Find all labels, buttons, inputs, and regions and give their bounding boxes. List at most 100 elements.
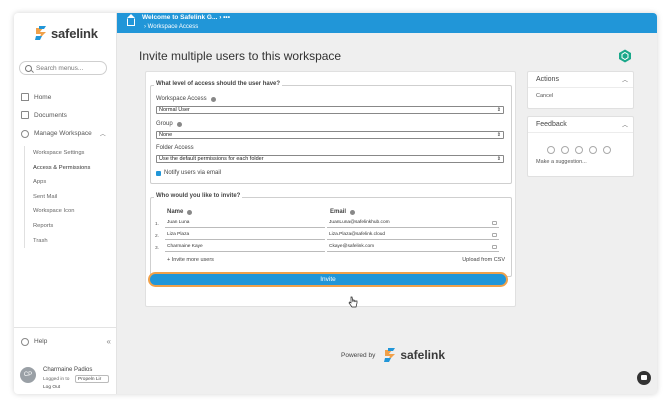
folder-access-select[interactable]: Use the default permissions for each fol… [156,155,504,163]
workspace-access-label-text: Workspace Access [156,96,207,102]
select-arrows-icon: ⇕ [496,156,501,162]
info-icon[interactable] [350,209,356,215]
subnav-trash[interactable]: Trash [33,234,90,249]
subnav-sent-mail[interactable]: Sent Mail [33,190,90,205]
unhappy-face-icon[interactable] [561,146,569,154]
sidebar: safelink Home Documents Manage Workspace… [14,13,117,394]
subnav-access-permissions[interactable]: Access & Permissions [33,161,90,176]
safelink-logo-icon [35,26,46,40]
help-link[interactable]: Help « [21,337,111,346]
neutral-face-icon[interactable] [575,146,583,154]
manage-workspace-submenu: Workspace Settings Access & Permissions … [24,146,90,249]
sidebar-item-manage-workspace[interactable]: Manage Workspace ︿ [21,129,106,138]
name-input[interactable]: Charmaine Kaye [165,243,325,252]
notify-label: Notify users via email [164,170,222,176]
contact-card-icon [492,221,497,225]
logged-in-label: Logged in to [43,377,70,382]
collapse-sidebar-icon[interactable]: « [107,337,111,346]
info-icon[interactable] [210,96,216,102]
sidebar-item-label: Documents [34,111,67,119]
breadcrumb-more[interactable]: › ••• [219,14,230,21]
top-bar: Welcome to Safelink G... › ••• › Workspa… [117,13,657,33]
folder-access-label: Folder Access [156,145,194,151]
safelink-logo[interactable]: safelink [34,25,98,41]
help-icon [21,337,29,346]
invite-fieldset: Who would you like to invite? Name Email… [150,193,512,277]
menu-search[interactable] [19,61,107,75]
invite-more-users-link[interactable]: + Invite more users [167,257,214,263]
invite-button[interactable]: Invite [148,272,508,287]
sidebar-item-label: Manage Workspace [34,130,92,137]
help-label: Help [34,338,48,345]
subnav-workspace-settings[interactable]: Workspace Settings [33,146,90,161]
sidebar-item-documents[interactable]: Documents [21,111,67,119]
very-unhappy-face-icon[interactable] [547,146,555,154]
make-suggestion-link[interactable]: Make a suggestion... [536,159,587,165]
chevron-up-icon[interactable]: ︿ [622,120,628,129]
powered-by-footer: Powered by safelink [341,347,445,363]
search-icon [25,64,32,72]
breadcrumb-home-icon[interactable] [127,14,135,26]
name-input[interactable]: Liza Plaza [165,231,325,240]
name-column-header: Name [167,209,193,215]
cancel-link[interactable]: Cancel [536,93,553,99]
folder-access-label-text: Folder Access [156,145,194,151]
upload-csv-link[interactable]: Upload from CSV [462,257,505,263]
logout-link[interactable]: Log Out [43,385,60,390]
chat-bubble-icon[interactable] [637,371,651,385]
gear-icon [21,129,29,138]
footer-logo-text: safelink [400,348,446,362]
avatar[interactable]: CP [20,367,36,383]
workspace-access-label: Workspace Access [156,96,216,102]
breadcrumb-workspace[interactable]: Welcome to Safelink G... [142,14,217,21]
email-column-header: Email [330,209,356,215]
page-title: Invite multiple users to this workspace [139,49,342,63]
group-value: None [159,132,173,138]
chevron-up-icon: ︿ [99,132,106,138]
select-arrows-icon: ⇕ [496,107,501,113]
org-select[interactable]: Propeln Lir [75,375,109,383]
app-window: safelink Home Documents Manage Workspace… [14,13,657,394]
subnav-apps[interactable]: Apps [33,175,90,190]
breadcrumb-current: › Workspace Access [144,24,198,30]
search-input[interactable] [36,64,104,72]
workspace-hex-icon[interactable] [618,49,632,63]
folder-access-value: Use the default permissions for each fol… [159,156,264,162]
chevron-up-icon[interactable]: ︿ [622,75,628,84]
workspace-access-select[interactable]: Normal User ⇕ [156,106,504,114]
access-fieldset: What level of access should the user hav… [150,81,512,184]
user-name: Charmaine Padios [43,367,93,373]
breadcrumb-current-label: Workspace Access [147,24,199,30]
sidebar-item-label: Home [34,93,52,101]
email-header-text: Email [330,209,347,215]
very-happy-face-icon[interactable] [603,146,611,154]
notify-checkbox[interactable] [156,170,161,176]
email-value: Ckaye@safelink.com [329,244,375,249]
email-value: Liza.Plaza@safelink.cloud [329,232,386,237]
info-icon[interactable] [187,209,193,215]
subnav-reports[interactable]: Reports [33,219,90,234]
sidebar-item-home[interactable]: Home [21,93,51,101]
email-input[interactable]: JuanLuna@safelinkhub.com [327,219,499,228]
feedback-rating [547,146,611,154]
group-label: Group [156,121,182,127]
happy-face-icon[interactable] [589,146,597,154]
org-select-value: Propeln Lir [78,377,102,382]
workspace-access-value: Normal User [159,107,190,113]
email-input[interactable]: Liza.Plaza@safelink.cloud [327,231,499,240]
sidebar-divider [14,327,117,328]
feedback-panel: Feedback ︿ Make a suggestion... [527,116,634,177]
name-input[interactable]: Juan Luna [165,219,325,228]
email-value: JuanLuna@safelinkhub.com [329,220,390,225]
email-input[interactable]: Ckaye@safelink.com [327,243,499,252]
subnav-workspace-icon[interactable]: Workspace Icon [33,204,90,219]
access-legend: What level of access should the user hav… [154,81,283,87]
powered-by-label: Powered by [341,351,376,359]
notify-checkbox-row[interactable]: Notify users via email [156,170,221,176]
footer-logo: safelink [383,347,445,363]
mouse-cursor-icon [348,296,358,308]
home-icon [21,93,29,101]
info-icon[interactable] [176,121,182,127]
invite-legend: Who would you like to invite? [154,193,243,199]
group-select[interactable]: None ⇕ [156,131,504,139]
